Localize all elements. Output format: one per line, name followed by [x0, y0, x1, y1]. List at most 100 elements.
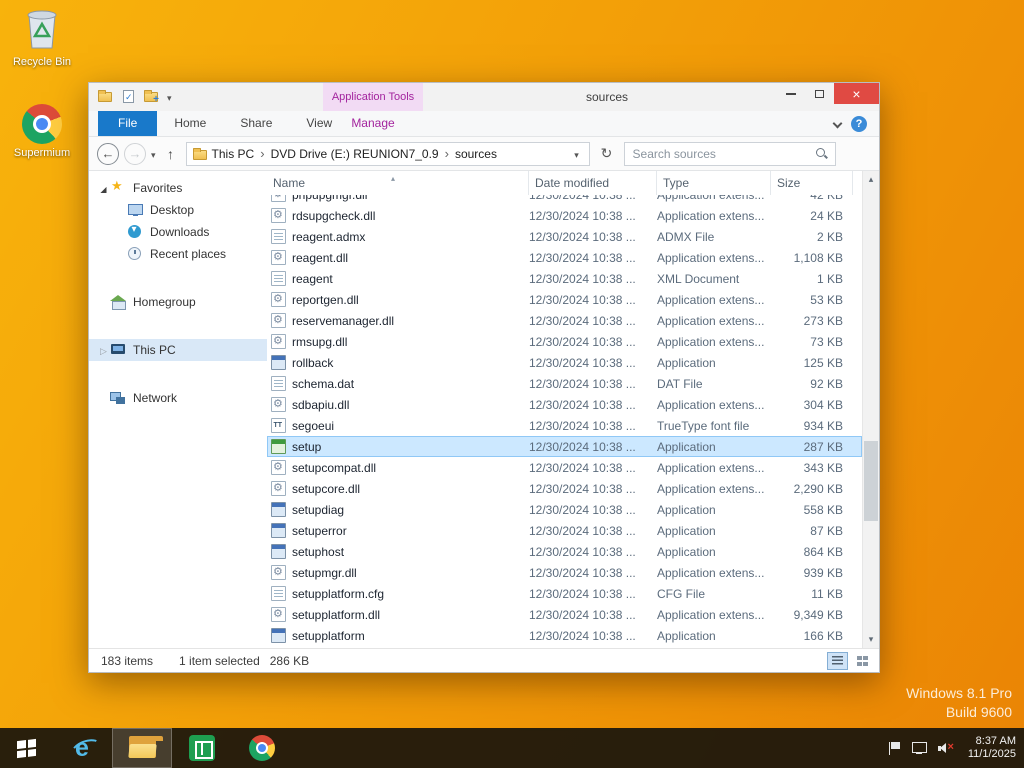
forward-button[interactable]	[124, 142, 146, 165]
file-row[interactable]: setupplatform.dll 12/30/2024 10:38 ... App…	[267, 604, 862, 625]
file-row[interactable]: setuperror 12/30/2024 10:38 ... Applicatio…	[267, 520, 862, 541]
desktop-icon-label: Supermium	[13, 147, 71, 159]
green-app-icon	[189, 735, 215, 761]
sidebar-item-network[interactable]: Network	[89, 387, 267, 409]
file-row[interactable]: rdsupgcheck.dll 12/30/2024 10:38 ... Appli…	[267, 205, 862, 226]
file-row[interactable]: rmsupg.dll 12/30/2024 10:38 ... Applicatio…	[267, 331, 862, 352]
file-row[interactable]: reagent 12/30/2024 10:38 ... XML Document 1…	[267, 268, 862, 289]
taskbar-supermium-button[interactable]	[232, 728, 292, 768]
taskbar-green-app-button[interactable]	[172, 728, 232, 768]
sidebar-item-this-pc[interactable]: This PC	[89, 339, 267, 361]
file-row[interactable]: setupmgr.dll 12/30/2024 10:38 ... Applicat…	[267, 562, 862, 583]
sidebar-item-homegroup[interactable]: Homegroup	[89, 291, 267, 313]
file-date: 12/30/2024 10:38 ...	[529, 544, 636, 559]
tab-manage[interactable]: Manage	[323, 111, 423, 136]
up-button[interactable]	[161, 146, 181, 162]
qat-new-folder-icon[interactable]	[144, 89, 160, 105]
taskbar-clock[interactable]: 8:37 AM 11/1/2025	[968, 735, 1016, 761]
file-row[interactable]: reportgen.dll 12/30/2024 10:38 ... Applica…	[267, 289, 862, 310]
file-dll-icon	[271, 313, 286, 328]
close-button[interactable]	[834, 83, 879, 104]
minimize-button[interactable]	[776, 83, 805, 104]
expander-icon[interactable]	[97, 343, 110, 357]
sidebar-item-desktop[interactable]: Desktop	[89, 199, 267, 221]
file-app-icon	[271, 628, 286, 643]
file-name: reagent.dll	[292, 250, 349, 265]
volume-muted-icon[interactable]	[937, 742, 954, 755]
large-icons-view-button[interactable]	[852, 652, 873, 670]
sidebar-item-label: Homegroup	[133, 295, 196, 309]
scrollbar-thumb[interactable]	[864, 441, 878, 521]
ribbon-collapse-icon[interactable]	[832, 118, 843, 129]
file-date: 12/30/2024 10:38 ...	[529, 481, 636, 496]
start-button[interactable]	[0, 728, 52, 768]
column-header-size[interactable]: Size	[771, 171, 853, 195]
maximize-button[interactable]	[805, 83, 834, 104]
action-center-flag-icon[interactable]	[888, 741, 900, 755]
file-size: 343 KB	[803, 460, 843, 475]
address-field[interactable]: This PC DVD Drive (E:) REUNION7_0.9 sour…	[185, 141, 590, 166]
file-row[interactable]: sdbapiu.dll 12/30/2024 10:38 ... Applicati…	[267, 394, 862, 415]
desktop-icon-recycle-bin[interactable]: Recycle Bin	[6, 6, 78, 68]
sidebar-item-favorites[interactable]: Favorites	[89, 177, 267, 199]
file-row[interactable]: setuphost 12/30/2024 10:38 ... Application…	[267, 541, 862, 562]
file-type: CFG File	[657, 586, 705, 601]
scroll-up-icon[interactable]	[863, 171, 879, 188]
file-name: reagent	[292, 271, 333, 286]
file-row[interactable]: rollback 12/30/2024 10:38 ... Application 1…	[267, 352, 862, 373]
tab-share[interactable]: Share	[223, 111, 289, 136]
network-tray-icon[interactable]	[911, 742, 927, 754]
system-tray: 8:37 AM 11/1/2025	[888, 728, 1024, 768]
help-icon[interactable]	[851, 116, 867, 132]
taskbar-internet-explorer-button[interactable]	[52, 728, 112, 768]
file-doc-icon	[271, 376, 286, 391]
window-system-icon[interactable]	[98, 89, 114, 105]
history-dropdown-icon[interactable]	[151, 147, 156, 161]
details-view-button[interactable]	[827, 651, 848, 670]
column-header-type[interactable]: Type	[657, 171, 771, 195]
sidebar-item-downloads[interactable]: Downloads	[89, 221, 267, 243]
column-header-date-modified[interactable]: Date modified	[529, 171, 657, 195]
file-row[interactable]: reservemanager.dll 12/30/2024 10:38 ... Ap…	[267, 310, 862, 331]
file-row[interactable]: pnpupgmgr.dll 12/30/2024 10:38 ...Applica…	[267, 195, 862, 205]
file-size: 11 KB	[811, 586, 843, 601]
qat-properties-icon[interactable]	[121, 89, 137, 105]
qat-customize-icon[interactable]	[167, 90, 172, 104]
file-row[interactable]: setupdiag 12/30/2024 10:38 ... Application…	[267, 499, 862, 520]
scroll-down-icon[interactable]	[863, 631, 879, 648]
file-row[interactable]: reagent.dll 12/30/2024 10:38 ... Applicati…	[267, 247, 862, 268]
tab-home[interactable]: Home	[157, 111, 223, 136]
file-row[interactable]: setupcore.dll 12/30/2024 10:38 ... Applica…	[267, 478, 862, 499]
address-dropdown-icon[interactable]	[569, 147, 585, 161]
file-name-cell: reagent	[267, 271, 529, 286]
file-row[interactable]: setupplatform 12/30/2024 10:38 ... Applica…	[267, 625, 862, 646]
network-icon	[110, 390, 127, 406]
tab-file[interactable]: File	[98, 111, 158, 136]
sidebar-item-recent-places[interactable]: Recent places	[89, 243, 267, 265]
taskbar-file-explorer-button[interactable]	[112, 728, 172, 768]
internet-explorer-icon	[75, 736, 89, 761]
file-date: 12/30/2024 10:38 ...	[529, 523, 636, 538]
back-button[interactable]	[97, 142, 119, 165]
file-date: 12/30/2024 10:38 ...	[529, 208, 636, 223]
file-row[interactable]: reagent.admx 12/30/2024 10:38 ... ADMX Fil…	[267, 226, 862, 247]
search-input[interactable]	[624, 146, 815, 161]
file-row[interactable]: setupcompat.dll 12/30/2024 10:38 ... Appli…	[267, 457, 862, 478]
file-row[interactable]: setupplatform.cfg 12/30/2024 10:38 ... CFG…	[267, 583, 862, 604]
supermium-icon	[249, 735, 275, 761]
desktop-icon-supermium[interactable]: Supermium	[6, 104, 78, 159]
breadcrumb-this-pc[interactable]: This PC	[207, 147, 260, 161]
vertical-scrollbar[interactable]	[862, 171, 879, 648]
refresh-icon[interactable]	[595, 142, 619, 166]
file-type: TrueType font file	[657, 418, 750, 433]
expander-icon[interactable]	[97, 181, 110, 195]
file-date: 12/30/2024 10:38 ...	[529, 195, 657, 202]
file-row[interactable]: segoeui 12/30/2024 10:38 ... TrueType font…	[267, 415, 862, 436]
column-header-name[interactable]: Name	[267, 171, 529, 195]
file-row[interactable]: schema.dat 12/30/2024 10:38 ... DAT File 92…	[267, 373, 862, 394]
file-row[interactable]: setup 12/30/2024 10:38 ... Application 287 …	[267, 436, 862, 457]
breadcrumb-sources[interactable]: sources	[450, 147, 502, 161]
sidebar-item-label: Network	[133, 391, 178, 405]
file-dll-icon	[271, 208, 286, 223]
breadcrumb-dvd-drive[interactable]: DVD Drive (E:) REUNION7_0.9	[266, 147, 444, 161]
